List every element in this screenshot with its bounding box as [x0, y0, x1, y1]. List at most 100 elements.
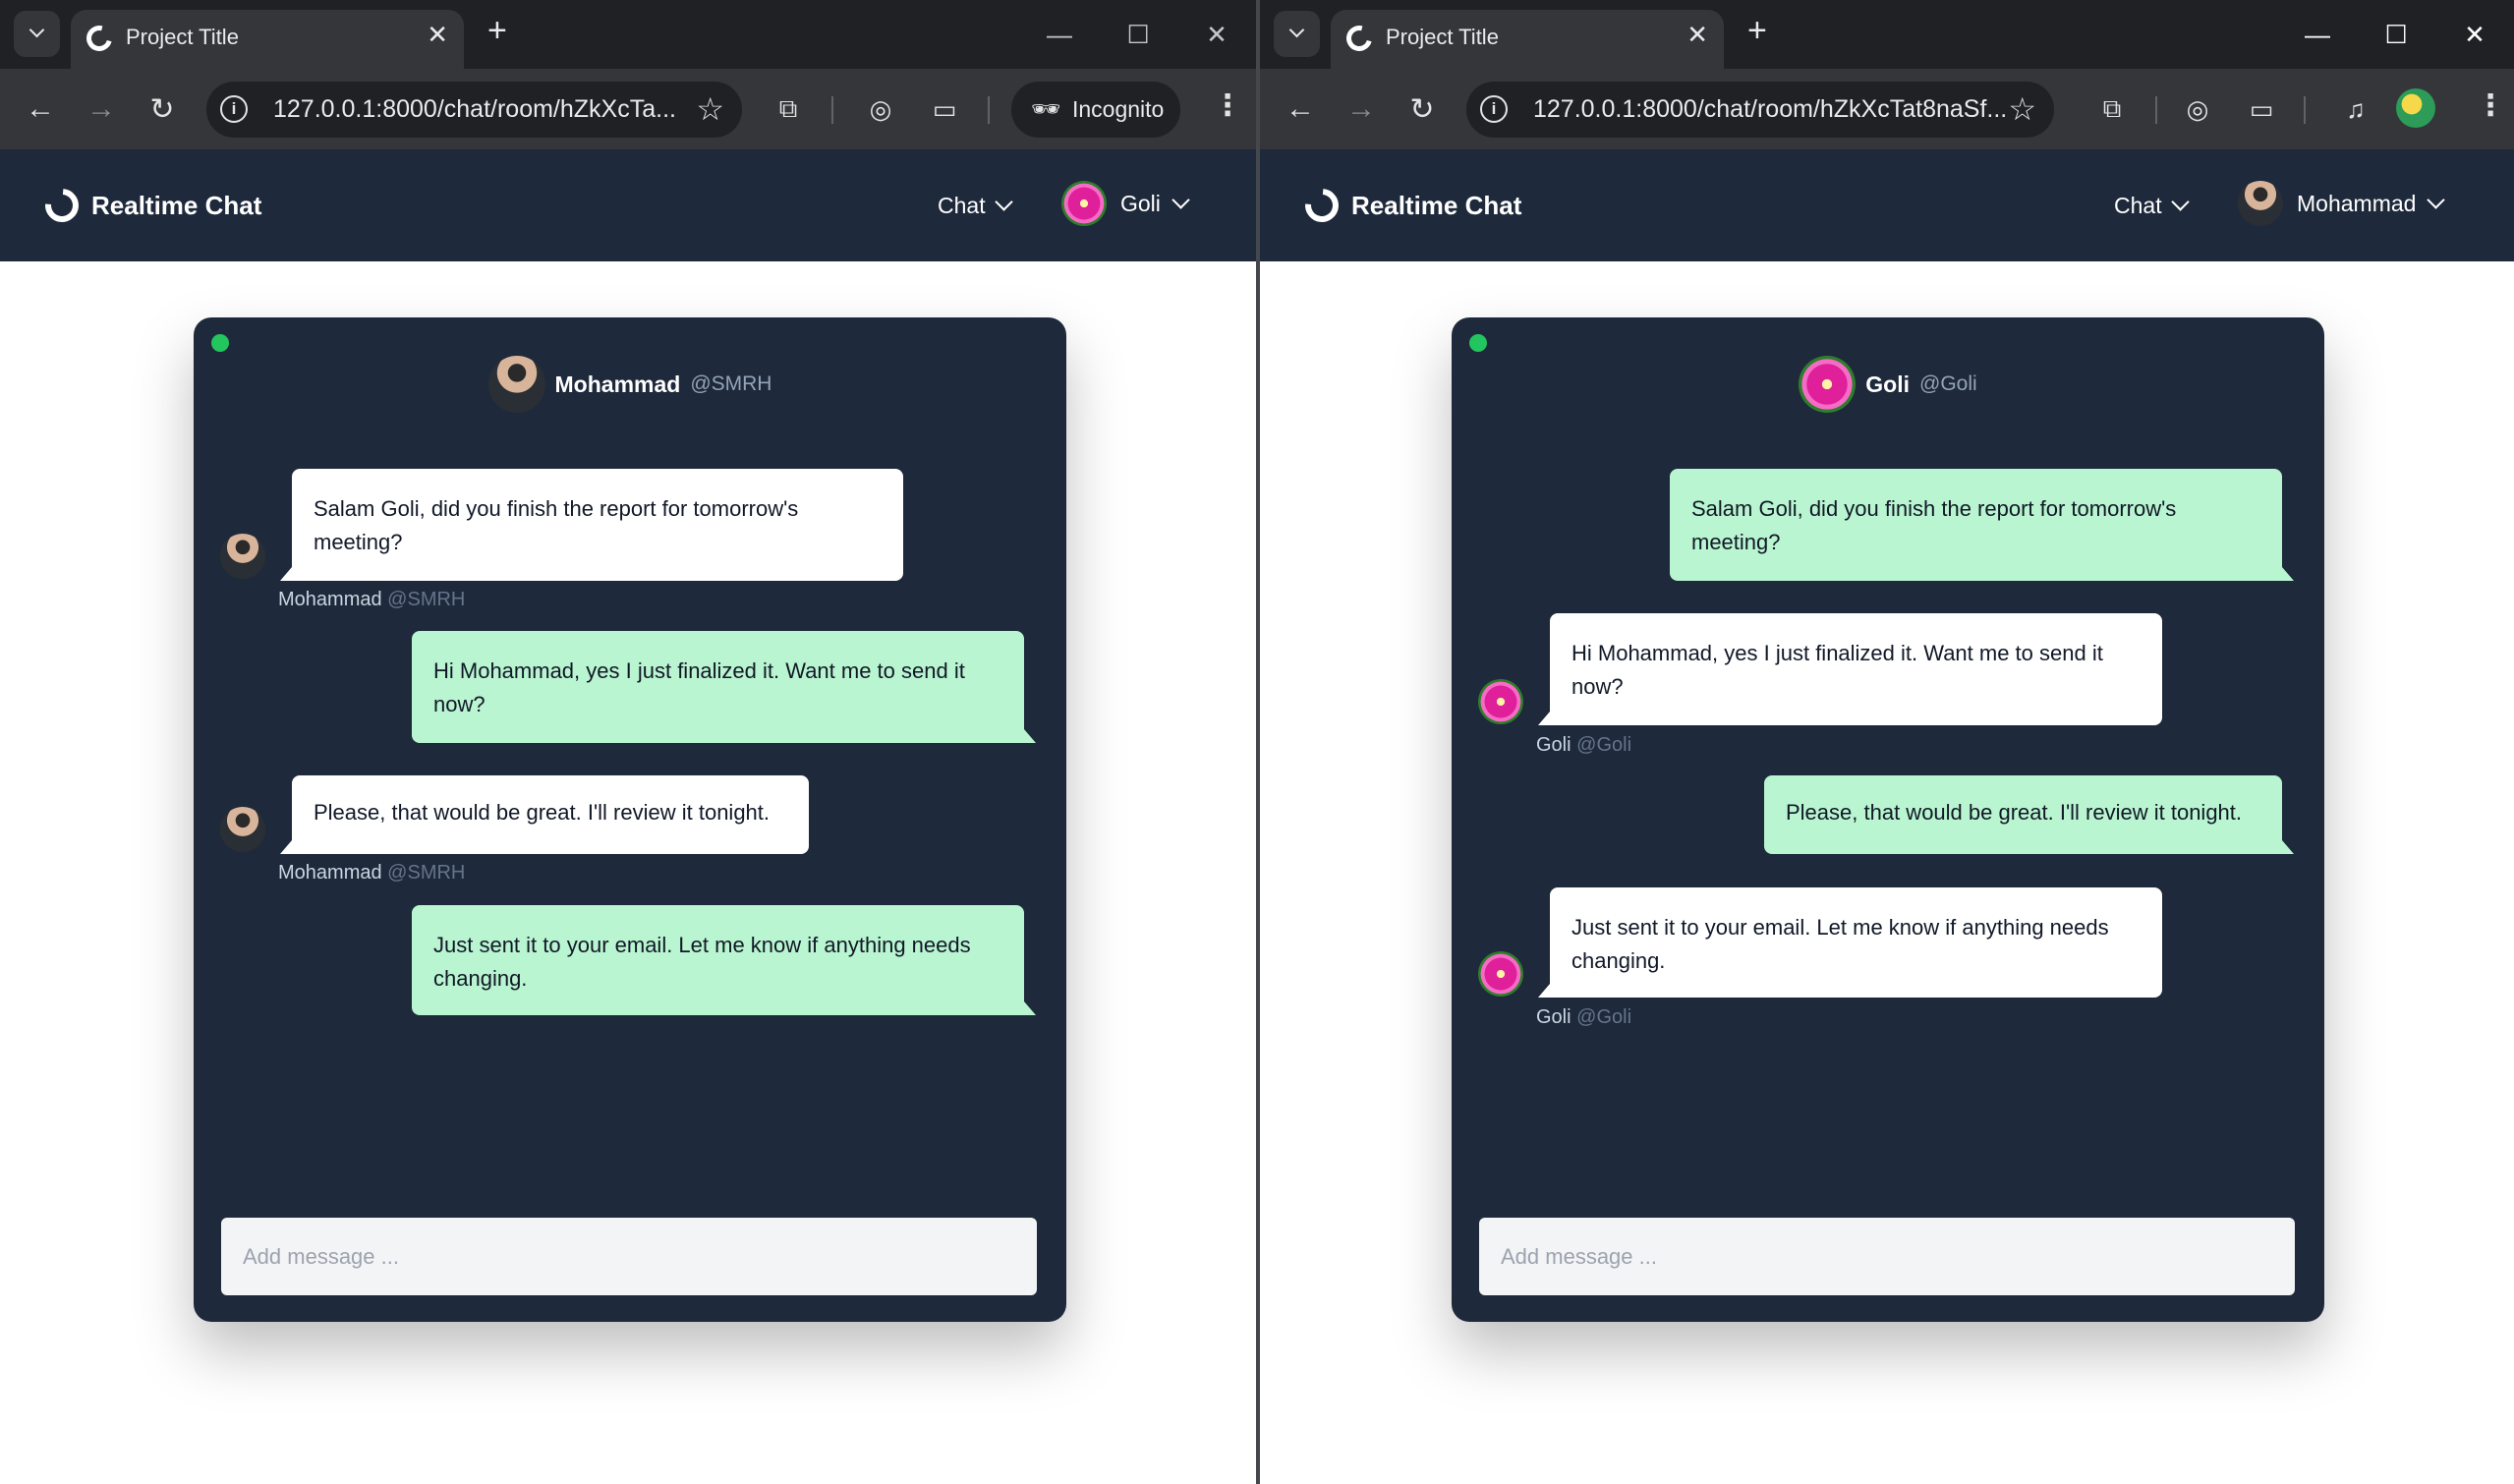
- address-bar[interactable]: i 127.0.0.1:8000/chat/room/hZkXcTat8naSf…: [1466, 82, 2054, 138]
- maximize-button[interactable]: ☐: [1099, 0, 1177, 69]
- message-bubble-outgoing: Please, that would be great. I'll review…: [1764, 775, 2294, 854]
- close-tab-icon[interactable]: ✕: [1686, 20, 1708, 50]
- partner-avatar[interactable]: [1799, 356, 1857, 413]
- site-info-icon[interactable]: i: [1480, 95, 1508, 123]
- forward-button[interactable]: →: [1341, 88, 1382, 130]
- tab-title: Project Title: [126, 25, 239, 49]
- chat-menu-dropdown[interactable]: Chat: [938, 193, 1013, 219]
- screenshot-icon[interactable]: ◎: [2181, 92, 2214, 126]
- toolbar-separator: [988, 96, 990, 124]
- partner-name: Goli: [1865, 371, 1911, 397]
- site-info-icon[interactable]: i: [220, 95, 248, 123]
- back-button[interactable]: ←: [20, 88, 61, 130]
- screenshot-icon[interactable]: ◎: [864, 92, 897, 126]
- reload-button[interactable]: ↻: [1401, 88, 1443, 130]
- avatar: [1061, 181, 1107, 226]
- user-menu-name: Goli: [1120, 190, 1161, 216]
- close-window-button[interactable]: ✕: [2435, 0, 2514, 69]
- brand-logo-icon[interactable]: [1298, 182, 1345, 229]
- url-text: 127.0.0.1:8000/chat/room/hZkXcTa...: [273, 95, 676, 123]
- tab-strip: Project Title ✕ + — ☐ ✕: [0, 0, 1256, 69]
- message-bubble-incoming: Hi Mohammad, yes I just finalized it. Wa…: [1538, 613, 2162, 725]
- author-handle: @SMRH: [387, 862, 466, 884]
- user-menu-name: Mohammad: [2297, 190, 2417, 216]
- window-controls: — ☐ ✕: [2278, 0, 2514, 69]
- bookmark-star-icon[interactable]: ☆: [696, 90, 724, 128]
- message-bubble-outgoing: Just sent it to your email. Let me know …: [412, 905, 1036, 1015]
- site-navbar: Realtime Chat Chat Goli: [0, 149, 1256, 261]
- brand-name[interactable]: Realtime Chat: [91, 191, 261, 221]
- brand-name[interactable]: Realtime Chat: [1351, 191, 1521, 221]
- browser-toolbar: ← → ↻ i 127.0.0.1:8000/chat/room/hZkXcTa…: [0, 69, 1256, 149]
- device-toolbar-icon[interactable]: ▭: [2245, 92, 2278, 126]
- browser-menu-icon[interactable]: ⋮: [2476, 88, 2505, 123]
- tab-search-button[interactable]: [14, 11, 60, 57]
- minimize-button[interactable]: —: [1020, 0, 1099, 69]
- chevron-down-icon: [994, 193, 1013, 211]
- chevron-down-icon: [1171, 190, 1190, 209]
- author-name: Goli: [1536, 1006, 1571, 1028]
- toolbar-separator: [2304, 96, 2306, 124]
- message-input[interactable]: [1479, 1218, 2295, 1295]
- profile-avatar-icon[interactable]: [2396, 88, 2435, 128]
- tab-title: Project Title: [1386, 25, 1499, 49]
- chat-menu-dropdown[interactable]: Chat: [2114, 193, 2190, 219]
- minimize-button[interactable]: —: [2278, 0, 2357, 69]
- online-status-dot: [1469, 334, 1487, 352]
- message-input[interactable]: [221, 1218, 1037, 1295]
- author-handle: @SMRH: [387, 589, 466, 610]
- partner-handle: @SMRH: [690, 372, 772, 395]
- media-controls-icon[interactable]: ♫: [2339, 92, 2372, 126]
- chat-header: Goli @Goli: [1452, 355, 2324, 414]
- favicon-icon: [1342, 21, 1377, 56]
- site-navbar: Realtime Chat Chat Mohammad: [1260, 149, 2514, 261]
- chat-menu-label: Chat: [2114, 193, 2162, 218]
- chat-header: Mohammad @SMRH: [194, 355, 1066, 414]
- favicon-icon: [82, 21, 117, 56]
- chevron-down-icon: [29, 22, 45, 38]
- message-bubble-incoming: Salam Goli, did you finish the report fo…: [280, 469, 903, 581]
- message-bubble-incoming: Just sent it to your email. Let me know …: [1538, 887, 2162, 998]
- toolbar-separator: [831, 96, 833, 124]
- message-bubble-outgoing: Salam Goli, did you finish the report fo…: [1670, 469, 2294, 581]
- message-avatar: [220, 807, 265, 852]
- browser-toolbar: ← → ↻ i 127.0.0.1:8000/chat/room/hZkXcTa…: [1260, 69, 2514, 149]
- tab-search-button[interactable]: [1274, 11, 1320, 57]
- message-avatar: [1478, 951, 1523, 997]
- address-bar[interactable]: i 127.0.0.1:8000/chat/room/hZkXcTa... ☆: [206, 82, 742, 138]
- author-name: Goli: [1536, 734, 1571, 756]
- user-menu-dropdown[interactable]: Mohammad: [2238, 181, 2446, 226]
- author-name: Mohammad: [278, 589, 382, 610]
- bookmark-star-icon[interactable]: ☆: [2008, 90, 2036, 128]
- incognito-label: Incognito: [1072, 96, 1165, 122]
- chat-menu-label: Chat: [938, 193, 986, 218]
- extensions-icon[interactable]: ⧉: [2095, 92, 2129, 126]
- partner-handle: @Goli: [1919, 372, 1977, 395]
- extensions-icon[interactable]: ⧉: [771, 92, 805, 126]
- brand-logo-icon[interactable]: [38, 182, 86, 229]
- partner-avatar[interactable]: [487, 356, 545, 413]
- message-author: Mohammad @SMRH: [278, 862, 465, 885]
- new-tab-button[interactable]: +: [1747, 12, 1767, 50]
- browser-menu-icon[interactable]: ⋮: [1213, 88, 1242, 123]
- toolbar-separator: [2155, 96, 2157, 124]
- maximize-button[interactable]: ☐: [2357, 0, 2435, 69]
- incognito-badge[interactable]: 🕶 Incognito: [1011, 82, 1180, 138]
- close-window-button[interactable]: ✕: [1177, 0, 1256, 69]
- back-button[interactable]: ←: [1280, 88, 1321, 130]
- reload-button[interactable]: ↻: [142, 88, 183, 130]
- chat-panel: Mohammad @SMRH Salam Goli, did you finis…: [194, 317, 1066, 1322]
- device-toolbar-icon[interactable]: ▭: [928, 92, 961, 126]
- user-menu-dropdown[interactable]: Goli: [1061, 181, 1190, 226]
- browser-tab[interactable]: Project Title ✕: [1331, 10, 1724, 69]
- message-author: Mohammad @SMRH: [278, 589, 465, 611]
- browser-tab[interactable]: Project Title ✕: [71, 10, 464, 69]
- chevron-down-icon: [1288, 22, 1305, 38]
- close-tab-icon[interactable]: ✕: [427, 20, 448, 50]
- url-text: 127.0.0.1:8000/chat/room/hZkXcTat8naSf..…: [1533, 95, 2008, 123]
- message-bubble-incoming: Please, that would be great. I'll review…: [280, 775, 809, 854]
- incognito-icon: 🕶: [1031, 96, 1061, 123]
- new-tab-button[interactable]: +: [487, 12, 507, 50]
- forward-button[interactable]: →: [81, 88, 122, 130]
- chevron-down-icon: [2170, 193, 2190, 211]
